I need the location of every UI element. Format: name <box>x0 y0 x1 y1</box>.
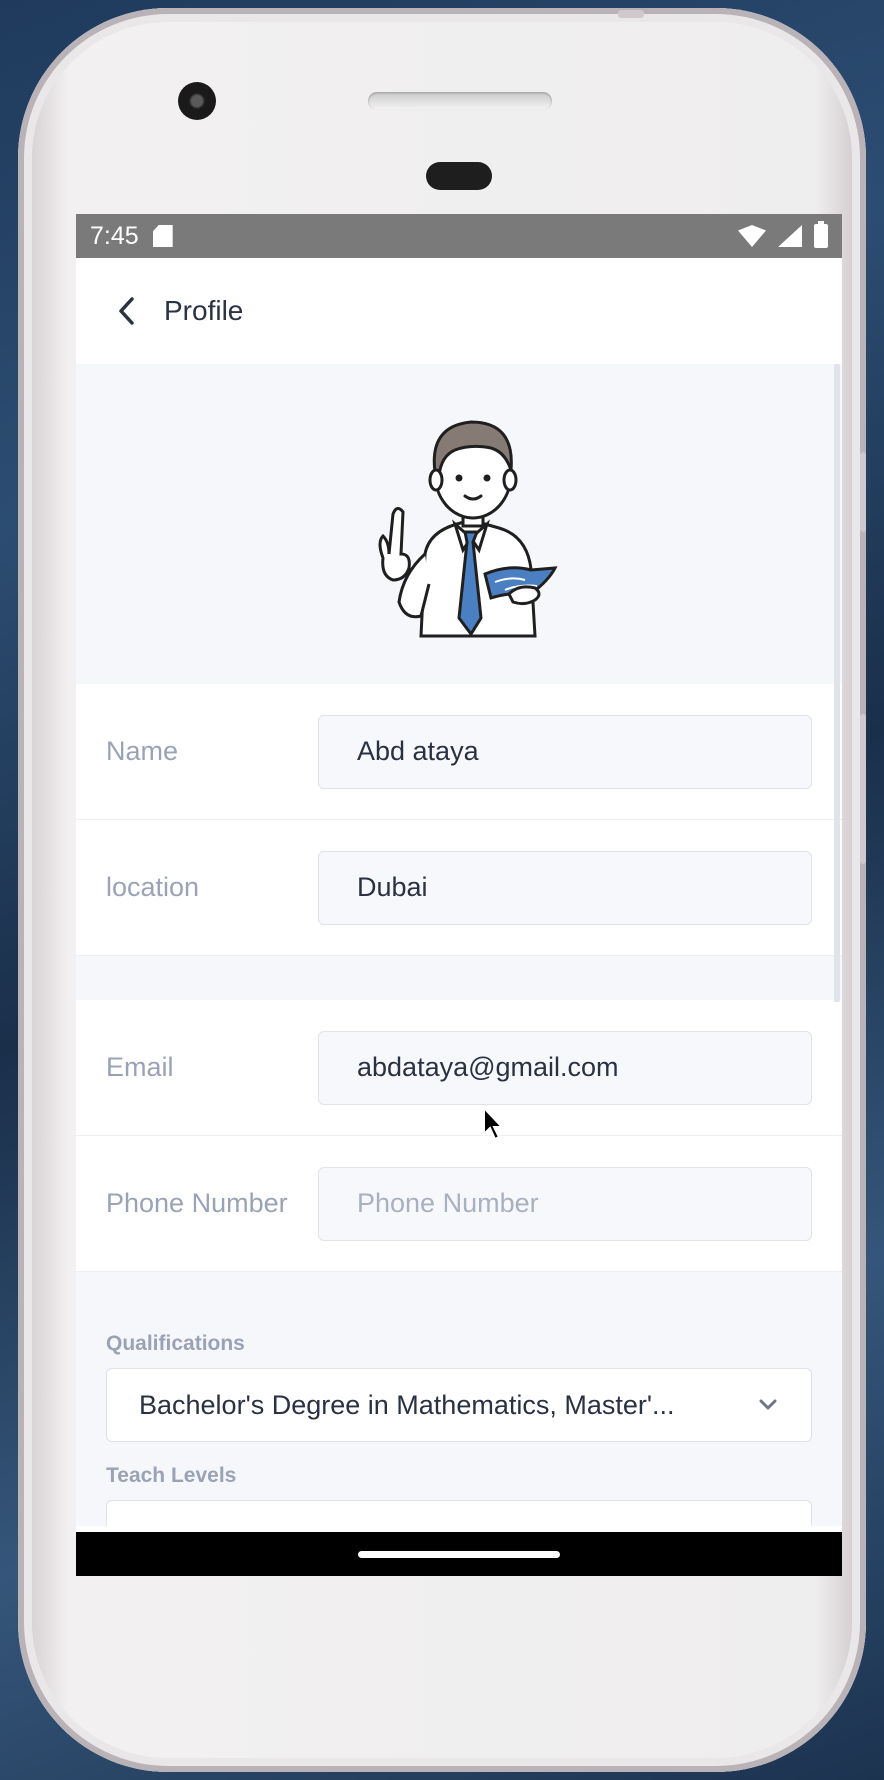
chevron-down-icon <box>759 1399 777 1410</box>
volume-button <box>860 714 866 864</box>
app-bar: Profile <box>76 258 842 364</box>
phone-frame: 7:45 Profile Name Abd ataya location Dub… <box>18 8 866 1772</box>
scrollbar[interactable] <box>834 364 840 1002</box>
location-field[interactable]: Dubai <box>318 850 812 925</box>
signal-icon <box>778 225 802 247</box>
email-field[interactable]: abdataya@gmail.com <box>318 1030 812 1105</box>
wifi-icon <box>738 225 766 247</box>
email-row: Email abdataya@gmail.com <box>76 1000 842 1136</box>
profile-hero <box>76 364 842 684</box>
teach-levels-select[interactable] <box>106 1500 812 1526</box>
mouse-cursor-icon <box>483 1106 504 1141</box>
phone-label: Phone Number <box>106 1188 288 1218</box>
name-field[interactable]: Abd ataya <box>318 714 812 789</box>
section-gap <box>76 956 842 1000</box>
battery-icon <box>814 221 828 248</box>
sd-card-icon <box>152 225 173 247</box>
location-row: location Dubai <box>76 820 842 956</box>
teach-levels-label: Teach Levels <box>106 1464 237 1487</box>
top-notch-button <box>618 10 644 18</box>
page-title: Profile <box>164 295 244 326</box>
teacher-illustration <box>378 420 558 638</box>
profile-info-group: Name Abd ataya location Dubai <box>76 684 842 956</box>
device-screen: 7:45 Profile Name Abd ataya location Dub… <box>76 214 842 1576</box>
location-label: location <box>106 872 200 902</box>
status-bar: 7:45 <box>76 214 842 258</box>
qualifications-select[interactable]: Bachelor's Degree in Mathematics, Master… <box>106 1368 812 1442</box>
phone-field[interactable]: Phone Number <box>318 1166 812 1241</box>
front-camera <box>178 82 216 120</box>
qualifications-section: Qualifications Bachelor's Degree in Math… <box>76 1272 842 1526</box>
email-label: Email <box>106 1052 174 1082</box>
qualifications-label: Qualifications <box>106 1332 245 1355</box>
qualifications-value: Bachelor's Degree in Mathematics, Master… <box>139 1389 675 1420</box>
contact-info-group: Email abdataya@gmail.com Phone Number Ph… <box>76 1000 842 1272</box>
profile-content[interactable]: Name Abd ataya location Dubai Email abda… <box>76 364 842 1526</box>
earpiece-speaker <box>368 92 552 110</box>
name-row: Name Abd ataya <box>76 684 842 820</box>
power-button <box>860 452 866 532</box>
phone-row: Phone Number Phone Number <box>76 1136 842 1272</box>
navigation-bar <box>76 1532 842 1576</box>
status-time: 7:45 <box>90 221 139 250</box>
back-icon[interactable] <box>116 296 146 326</box>
proximity-sensor <box>426 162 492 190</box>
home-indicator[interactable] <box>358 1550 560 1558</box>
name-label: Name <box>106 736 179 766</box>
